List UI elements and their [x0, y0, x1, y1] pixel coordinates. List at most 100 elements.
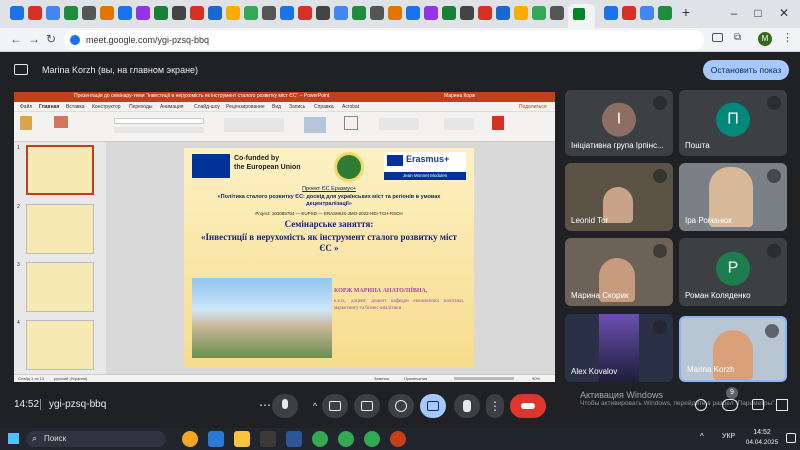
shape-style-buttons[interactable] — [379, 118, 419, 130]
tab-favicon[interactable] — [28, 6, 42, 20]
powerpoint-icon[interactable] — [390, 431, 406, 447]
tab-favicon[interactable] — [532, 6, 546, 20]
tab-favicon[interactable] — [154, 6, 168, 20]
menu-item[interactable]: Справка — [314, 104, 334, 110]
tab-favicon[interactable] — [208, 6, 222, 20]
tab-favicon[interactable] — [370, 6, 384, 20]
store-icon[interactable] — [260, 431, 276, 447]
maximize-icon[interactable]: □ — [748, 6, 768, 20]
chrome-icon[interactable] — [364, 431, 380, 447]
present-screen-button[interactable] — [420, 394, 446, 418]
tab-favicon[interactable] — [460, 6, 474, 20]
tab-favicon[interactable] — [10, 6, 24, 20]
tab-favicon[interactable] — [226, 6, 240, 20]
menu-item[interactable]: Вставка — [66, 104, 85, 110]
tab-favicon[interactable] — [496, 6, 510, 20]
font-name-field[interactable] — [114, 118, 204, 124]
menu-item[interactable]: Вид — [272, 104, 281, 110]
zoom-slider[interactable] — [454, 377, 514, 380]
menu-item[interactable]: Файл — [20, 104, 32, 110]
screen-share-icon[interactable] — [712, 33, 723, 42]
chrome-icon[interactable] — [338, 431, 354, 447]
reload-icon[interactable]: ↻ — [46, 32, 56, 46]
menu-item[interactable]: Рецензирование — [226, 104, 265, 110]
menu-item[interactable]: Слайд-шоу — [194, 104, 220, 110]
paste-icon[interactable] — [20, 116, 32, 130]
tab-favicon[interactable] — [640, 6, 654, 20]
menu-kebab-icon[interactable]: ⋮ — [782, 31, 793, 44]
tab-favicon[interactable] — [406, 6, 420, 20]
notes-button[interactable]: Заметки — [374, 376, 389, 381]
editing-buttons[interactable] — [444, 118, 474, 130]
menu-item[interactable]: Конструктор — [92, 104, 121, 110]
tab-favicon[interactable] — [352, 6, 366, 20]
arrange-icon[interactable] — [344, 116, 358, 130]
menu-item[interactable]: Главная — [39, 104, 59, 110]
tray-chevron-icon[interactable]: ^ — [700, 432, 704, 441]
reactions-button[interactable] — [388, 394, 414, 418]
profile-avatar[interactable]: M — [758, 32, 772, 46]
back-icon[interactable]: ← — [10, 32, 22, 46]
word-icon[interactable] — [286, 431, 302, 447]
chrome-icon[interactable] — [312, 431, 328, 447]
adobe-pdf-icon[interactable] — [492, 116, 504, 130]
new-tab-icon[interactable]: + — [676, 4, 696, 20]
tab-favicon[interactable] — [388, 6, 402, 20]
slide-thumbnail[interactable] — [26, 145, 94, 195]
close-window-icon[interactable]: ✕ — [774, 6, 794, 20]
participant-video-tile-self[interactable]: Marina Korzh — [679, 316, 787, 382]
tab-favicon[interactable] — [280, 6, 294, 20]
url-field[interactable]: meet.google.com/ygi-pzsq-bbq — [64, 30, 704, 50]
keyboard-language[interactable]: УКР — [722, 433, 735, 440]
participant-video-tile[interactable]: Alex Kovalov — [565, 314, 673, 382]
tab-favicon[interactable] — [316, 6, 330, 20]
tab-active[interactable] — [568, 4, 595, 28]
tab-favicon[interactable] — [334, 6, 348, 20]
share-button[interactable]: Поделиться — [519, 104, 547, 110]
tab-favicon[interactable] — [658, 6, 672, 20]
slide-thumbnail[interactable] — [26, 320, 94, 370]
tab-favicon[interactable] — [64, 6, 78, 20]
tab-favicon[interactable] — [442, 6, 456, 20]
chat-icon[interactable] — [752, 399, 764, 410]
extensions-icon[interactable]: ⧉ — [734, 32, 741, 43]
tab-favicon[interactable] — [424, 6, 438, 20]
edge-icon[interactable] — [208, 431, 224, 447]
participant-video-tile[interactable]: Іра Романюк — [679, 163, 787, 231]
tab-favicon[interactable] — [622, 6, 636, 20]
tab-favicon[interactable] — [118, 6, 132, 20]
more-options-icon[interactable]: ⋮ — [486, 394, 504, 418]
info-icon[interactable] — [695, 399, 707, 411]
leave-call-button[interactable] — [510, 394, 546, 418]
paragraph-buttons[interactable] — [224, 118, 284, 132]
tab-favicon[interactable] — [136, 6, 150, 20]
activities-icon[interactable] — [776, 399, 788, 411]
taskbar-search-box[interactable]: ⌕ Поиск — [26, 431, 166, 447]
tab-favicon[interactable] — [82, 6, 96, 20]
windows-start-icon[interactable] — [8, 433, 19, 444]
tab-favicon[interactable] — [604, 6, 618, 20]
menu-item[interactable]: Запись — [289, 104, 305, 110]
widgets-icon[interactable] — [182, 431, 198, 447]
tab-favicon[interactable] — [190, 6, 204, 20]
participant-tile[interactable]: П Пошта — [679, 90, 787, 156]
raise-hand-button[interactable] — [454, 394, 480, 418]
menu-item[interactable]: Переходы — [129, 104, 152, 110]
camera-button[interactable] — [322, 394, 348, 418]
captions-button[interactable] — [354, 394, 380, 418]
tab-favicon[interactable] — [244, 6, 258, 20]
forward-icon[interactable]: → — [28, 32, 40, 46]
slide-thumbnail[interactable] — [26, 204, 94, 254]
file-explorer-icon[interactable] — [234, 431, 250, 447]
participant-video-tile[interactable]: Leonid Tor — [565, 163, 673, 231]
tab-favicon[interactable] — [262, 6, 276, 20]
tab-favicon[interactable] — [100, 6, 114, 20]
tab-favicon[interactable] — [298, 6, 312, 20]
menu-item[interactable]: Анимация — [160, 104, 183, 110]
tab-favicon[interactable] — [46, 6, 60, 20]
tab-favicon[interactable] — [550, 6, 564, 20]
participant-tile[interactable]: І Ініціативна група Ірпінс... — [565, 90, 673, 156]
slide-thumbnail[interactable] — [26, 262, 94, 312]
site-info-icon[interactable] — [70, 35, 80, 45]
shapes-icon[interactable] — [304, 117, 326, 133]
